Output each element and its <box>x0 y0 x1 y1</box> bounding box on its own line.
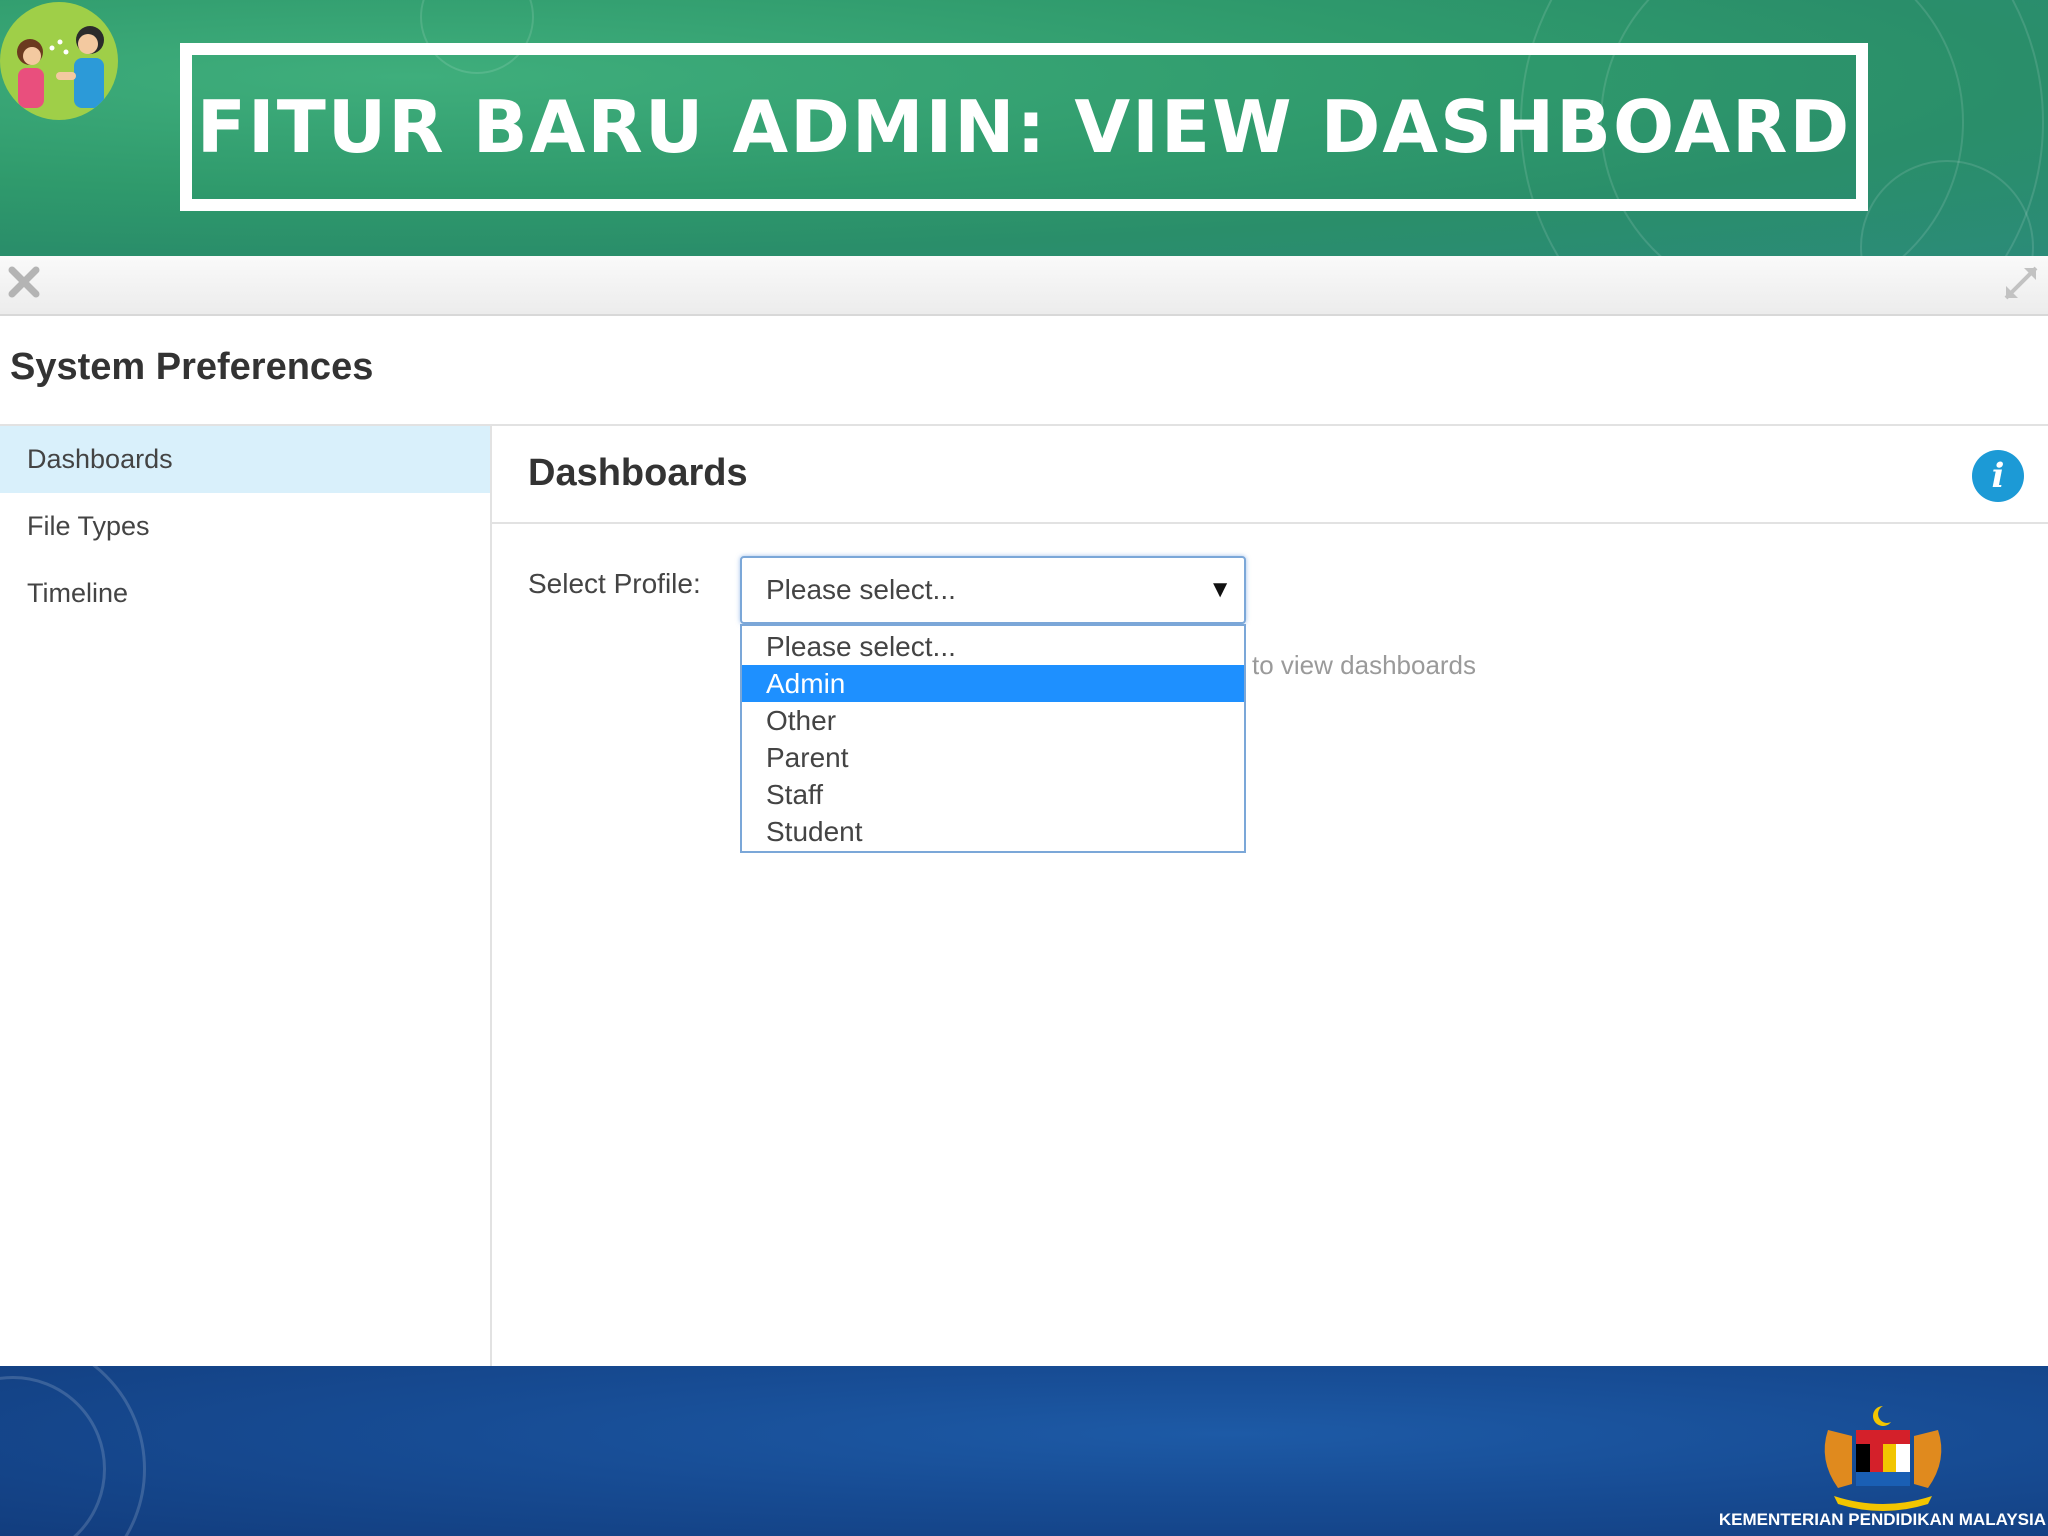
slide-banner: FITUR BARU ADMIN: VIEW DASHBOARD <box>0 0 2048 256</box>
hint-text: to view dashboards <box>1252 650 1477 680</box>
window-toolbar <box>0 256 2048 316</box>
expand-icon[interactable] <box>2000 262 2042 304</box>
malaysia-crest-logo <box>1808 1400 1958 1512</box>
panel-header: Dashboards i <box>492 426 2048 524</box>
slide-title-frame: FITUR BARU ADMIN: VIEW DASHBOARD <box>180 43 1868 211</box>
ministry-name: KEMENTERIAN PENDIDIKAN MALAYSIA <box>1718 1510 2046 1529</box>
sidebar-item-timeline[interactable]: Timeline <box>0 560 490 627</box>
info-icon[interactable]: i <box>1972 450 2024 502</box>
option-other[interactable]: Other <box>742 702 1244 739</box>
slide-title: FITUR BARU ADMIN: VIEW DASHBOARD <box>196 85 1852 169</box>
close-icon[interactable] <box>4 262 44 302</box>
sidebar-item-file-types[interactable]: File Types <box>0 493 490 560</box>
profile-dropdown-list: Please select... Admin Other Parent Staf… <box>740 624 1246 853</box>
panel-title: Dashboards <box>528 452 748 494</box>
sidebar-item-dashboards[interactable]: Dashboards <box>0 426 490 493</box>
people-talking-logo <box>0 2 118 120</box>
option-parent[interactable]: Parent <box>742 739 1244 776</box>
main-panel: Dashboards i Select Profile: Please sele… <box>492 426 2048 1366</box>
slide-footer: KEMENTERIAN PENDIDIKAN MALAYSIA <box>0 1366 2048 1536</box>
profile-select[interactable]: Please select... ▼ <box>740 556 1246 624</box>
option-admin[interactable]: Admin <box>742 665 1244 702</box>
option-staff[interactable]: Staff <box>742 776 1244 813</box>
preferences-sidebar: Dashboards File Types Timeline <box>0 426 492 1366</box>
dropdown-arrow-icon[interactable]: ▼ <box>1208 576 1232 604</box>
dialog-header: System Preferences <box>0 316 2048 426</box>
option-student[interactable]: Student <box>742 813 1244 850</box>
select-profile-label: Select Profile: <box>528 568 701 599</box>
dialog-title: System Preferences <box>10 346 374 388</box>
profile-select-value: Please select... <box>766 574 956 605</box>
option-please-select[interactable]: Please select... <box>742 628 1244 665</box>
